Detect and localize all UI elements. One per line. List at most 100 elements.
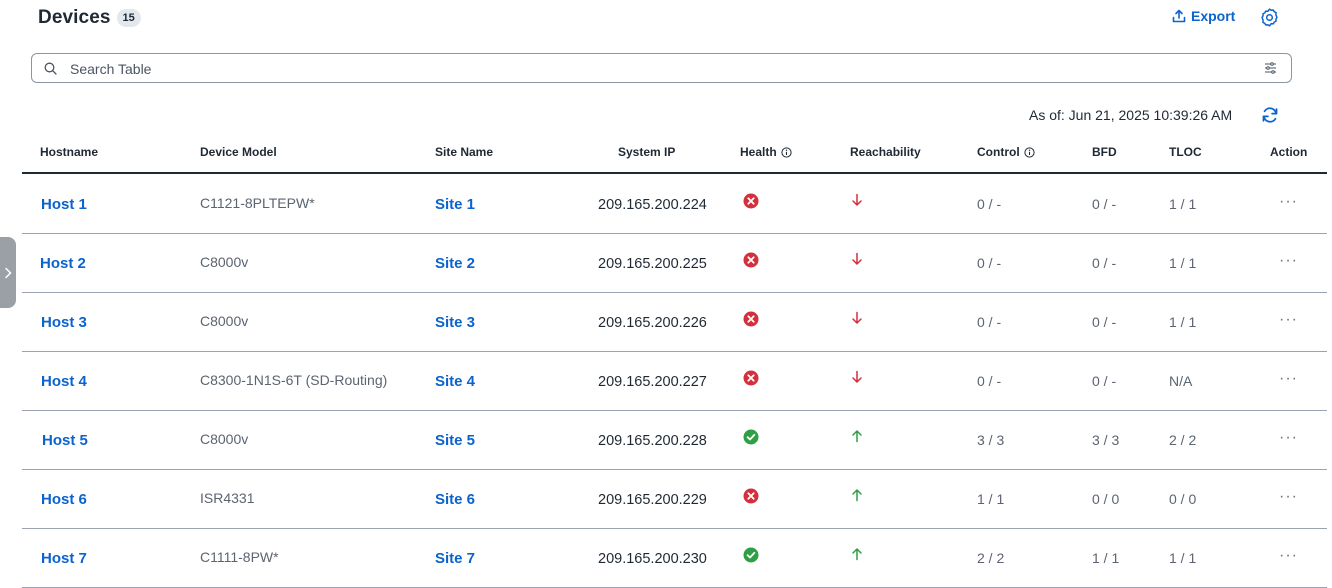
health-error-icon	[743, 252, 759, 268]
hostname-link[interactable]: Host 5	[42, 432, 88, 449]
tloc-status: 1 / 1	[1169, 196, 1197, 212]
row-actions-button[interactable]: ···	[1279, 311, 1298, 329]
control-status: 0 / -	[977, 255, 1002, 271]
chevron-right-icon	[5, 267, 12, 278]
control-status: 0 / -	[977, 373, 1002, 389]
control-status: 1 / 1	[977, 491, 1005, 507]
hostname-link[interactable]: Host 3	[41, 314, 87, 331]
control-status: 0 / -	[977, 314, 1002, 330]
column-header-tloc[interactable]: TLOC	[1169, 145, 1202, 159]
row-actions-button[interactable]: ···	[1279, 370, 1298, 388]
system-ip: 209.165.200.226	[598, 315, 707, 331]
table-row: Host 2 C8000v Site 2 209.165.200.225 0 / - 0 …	[22, 233, 1327, 293]
info-icon[interactable]	[781, 146, 792, 158]
column-header-control-label: Control	[977, 145, 1020, 159]
device-model: C1111-8PW*	[200, 549, 279, 565]
search-input[interactable]	[68, 58, 1252, 80]
bfd-status: 0 / -	[1092, 196, 1117, 212]
page-title: Devices	[38, 7, 111, 28]
bfd-status: 3 / 3	[1092, 432, 1120, 448]
site-name-link[interactable]: Site 6	[435, 491, 475, 508]
settings-button[interactable]	[1259, 7, 1280, 33]
hostname-link[interactable]: Host 4	[41, 373, 87, 390]
row-actions-button[interactable]: ···	[1279, 429, 1298, 447]
site-name-link[interactable]: Site 5	[435, 432, 475, 449]
page-header: Devices 15	[38, 6, 141, 30]
filter-icon[interactable]	[1264, 62, 1277, 74]
column-header-control[interactable]: Control	[977, 145, 1035, 159]
device-model: C8000v	[200, 254, 249, 270]
down-arrow-icon	[851, 193, 867, 209]
as-of-timestamp: As of: Jun 21, 2025 10:39:26 AM	[1029, 107, 1233, 123]
table-row: Host 6 ISR4331 Site 6 209.165.200.229 1 / 1 0…	[22, 469, 1327, 529]
health-error-icon	[743, 193, 759, 209]
row-actions-button[interactable]: ···	[1279, 547, 1298, 565]
down-arrow-icon	[851, 252, 867, 268]
search-icon	[44, 62, 57, 75]
control-status: 2 / 2	[977, 550, 1005, 566]
site-name-link[interactable]: Site 3	[435, 314, 475, 331]
down-arrow-icon	[851, 311, 867, 327]
column-header-health-label: Health	[740, 145, 777, 159]
hostname-link[interactable]: Host 7	[41, 550, 87, 567]
system-ip: 209.165.200.225	[598, 256, 707, 272]
device-model: C8300-1N1S-6T (SD-Routing)	[200, 372, 388, 388]
bfd-status: 0 / 0	[1092, 491, 1120, 507]
tloc-status: 0 / 0	[1169, 491, 1197, 507]
site-name-link[interactable]: Site 4	[435, 373, 475, 390]
hostname-link[interactable]: Host 1	[41, 196, 87, 213]
column-header-site-name[interactable]: Site Name	[435, 145, 493, 159]
site-name-link[interactable]: Site 7	[435, 550, 475, 567]
column-header-bfd[interactable]: BFD	[1092, 145, 1117, 159]
table-row: Host 7 C1111-8PW* Site 7 209.165.200.230 2 /…	[22, 528, 1327, 588]
table-row: Host 3 C8000v Site 3 209.165.200.226 0 / - 0 …	[22, 292, 1327, 352]
column-header-action: Action	[1270, 145, 1308, 159]
site-name-link[interactable]: Site 1	[435, 196, 475, 213]
device-model: C8000v	[200, 313, 249, 329]
health-error-icon	[743, 311, 759, 327]
tloc-status: 1 / 1	[1169, 255, 1197, 271]
info-icon[interactable]	[1024, 146, 1035, 158]
tloc-status: 1 / 1	[1169, 550, 1197, 566]
column-header-health[interactable]: Health	[740, 145, 792, 159]
row-actions-button[interactable]: ···	[1279, 488, 1298, 506]
bfd-status: 1 / 1	[1092, 550, 1120, 566]
control-status: 0 / -	[977, 196, 1002, 212]
hostname-link[interactable]: Host 6	[41, 491, 87, 508]
tloc-status: 1 / 1	[1169, 314, 1197, 330]
device-model: ISR4331	[200, 490, 255, 506]
down-arrow-icon	[851, 370, 867, 386]
column-header-system-ip[interactable]: System IP	[618, 145, 675, 159]
export-label: Export	[1191, 8, 1236, 24]
system-ip: 209.165.200.229	[598, 492, 707, 508]
bfd-status: 0 / -	[1092, 373, 1117, 389]
row-actions-button[interactable]: ···	[1279, 252, 1298, 270]
control-status: 3 / 3	[977, 432, 1005, 448]
refresh-icon	[1262, 107, 1278, 123]
export-icon	[1172, 9, 1186, 23]
device-model: C1121-8PLTEPW*	[200, 195, 315, 211]
refresh-button[interactable]	[1261, 106, 1279, 129]
health-ok-icon	[743, 429, 759, 445]
search-box	[31, 53, 1292, 83]
site-name-link[interactable]: Site 2	[435, 255, 475, 272]
column-header-hostname[interactable]: Hostname	[40, 145, 98, 159]
side-panel-toggle[interactable]	[0, 237, 16, 308]
export-button[interactable]: Export	[1172, 8, 1235, 24]
row-actions-button[interactable]: ···	[1279, 193, 1298, 211]
gear-icon	[1261, 8, 1278, 27]
table-row: Host 1 C1121-8PLTEPW* Site 1 209.165.200.22…	[22, 174, 1327, 234]
table-row: Host 4 C8300-1N1S-6T (SD-Routing) Site 4 20…	[22, 351, 1327, 411]
health-error-icon	[743, 488, 759, 504]
system-ip: 209.165.200.224	[598, 197, 707, 213]
table-row: Host 5 C8000v Site 5 209.165.200.228 3 / 3 3 …	[22, 410, 1327, 470]
hostname-link[interactable]: Host 2	[40, 255, 86, 272]
up-arrow-icon	[851, 429, 867, 445]
system-ip: 209.165.200.228	[598, 433, 707, 449]
up-arrow-icon	[851, 547, 867, 563]
system-ip: 209.165.200.227	[598, 374, 707, 390]
bfd-status: 0 / -	[1092, 314, 1117, 330]
column-header-reachability[interactable]: Reachability	[850, 145, 921, 159]
device-count-badge: 15	[116, 9, 141, 27]
column-header-device-model[interactable]: Device Model	[200, 145, 277, 159]
